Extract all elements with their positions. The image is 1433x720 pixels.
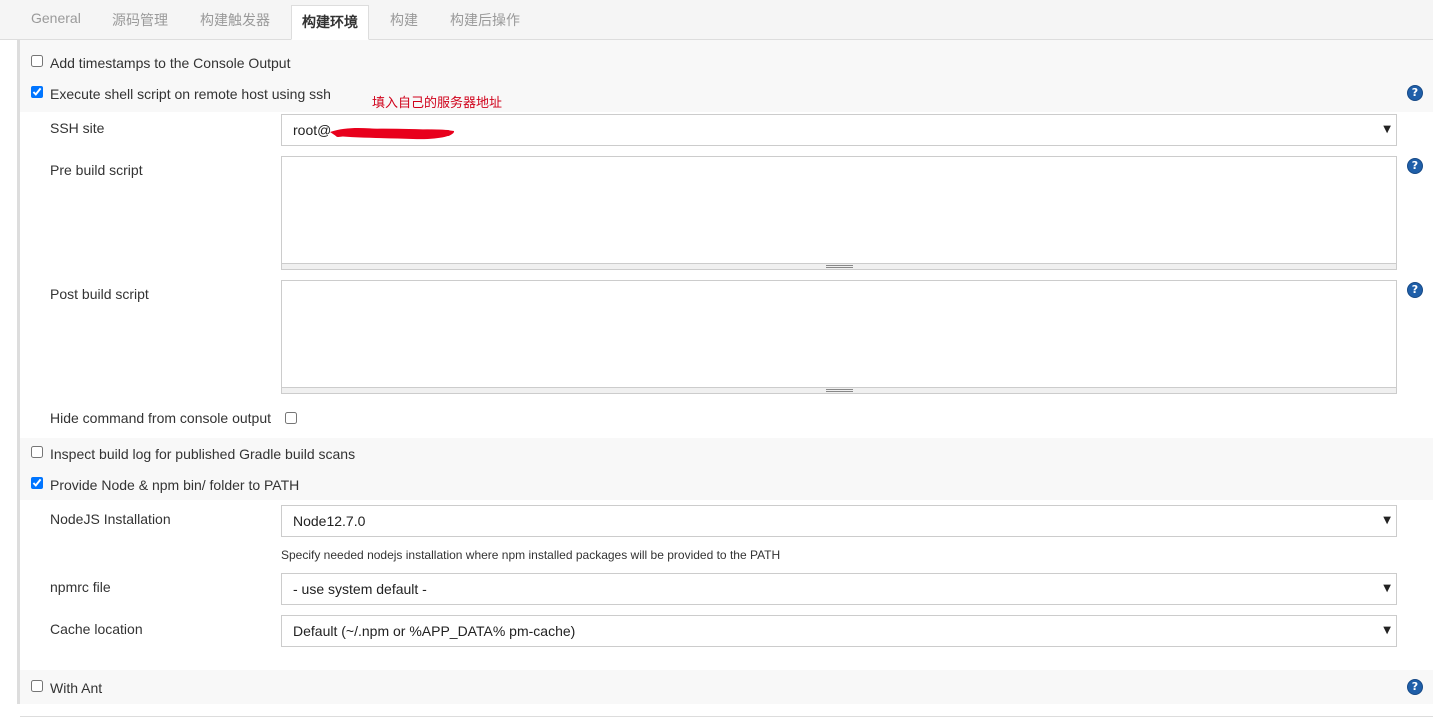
tab-build-environment[interactable]: 构建环境 [291, 5, 369, 40]
chevron-down-icon: ▼ [1383, 625, 1391, 636]
tab-post-build-actions[interactable]: 构建后操作 [450, 10, 520, 30]
gradle-scans-label: Inspect build log for published Gradle b… [50, 446, 356, 462]
section-divider [20, 716, 1433, 717]
cache-location-select[interactable]: Default (~/.npm or %APP_DATA% pm-cache) … [281, 615, 1397, 647]
timestamps-checkbox[interactable] [31, 55, 43, 67]
grip-icon [826, 265, 853, 268]
with-ant-label: With Ant [50, 680, 103, 696]
nodejs-installation-label: NodeJS Installation [50, 511, 171, 527]
gradle-scans-checkbox[interactable] [31, 446, 43, 458]
post-build-script-help-icon[interactable]: ? [1407, 282, 1423, 298]
annotation-fill-server-address: 填入自己的服务器地址 [372, 96, 503, 111]
chevron-down-icon: ▼ [1383, 583, 1391, 594]
pre-build-script-label: Pre build script [50, 162, 143, 178]
with-ant-checkbox[interactable] [31, 680, 43, 692]
tab-build[interactable]: 构建 [390, 10, 418, 30]
npmrc-file-label: npmrc file [50, 579, 111, 595]
ssh-checkbox[interactable] [31, 86, 43, 98]
ssh-site-value: root@ [293, 122, 332, 138]
node-path-label: Provide Node & npm bin/ folder to PATH [50, 477, 300, 493]
post-build-script-input[interactable] [281, 280, 1397, 388]
pre-build-script-resize-handle[interactable] [281, 264, 1397, 270]
nodejs-installation-value: Node12.7.0 [293, 513, 366, 529]
post-build-script-resize-handle[interactable] [281, 388, 1397, 394]
cache-location-label: Cache location [50, 621, 143, 637]
pre-build-script-help-icon[interactable]: ? [1407, 158, 1423, 174]
timestamps-label: Add timestamps to the Console Output [50, 55, 291, 71]
section-tab-bar: General 源码管理 构建触发器 构建环境 构建 构建后操作 [0, 0, 1433, 40]
tab-source-management[interactable]: 源码管理 [112, 10, 168, 30]
with-ant-help-icon[interactable]: ? [1407, 679, 1423, 695]
nodejs-installation-hint: Specify needed nodejs installation where… [281, 548, 781, 562]
tab-general[interactable]: General [31, 10, 81, 26]
nodejs-installation-select[interactable]: Node12.7.0 ▼ [281, 505, 1397, 537]
npmrc-file-value: - use system default - [293, 581, 427, 597]
ssh-label: Execute shell script on remote host usin… [50, 86, 331, 102]
tab-build-triggers[interactable]: 构建触发器 [200, 10, 270, 30]
redaction-scribble [330, 128, 455, 140]
hide-command-label: Hide command from console output [50, 410, 271, 426]
chevron-down-icon: ▼ [1383, 515, 1391, 526]
cache-location-value: Default (~/.npm or %APP_DATA% pm-cache) [293, 623, 576, 639]
hide-command-checkbox[interactable] [285, 412, 297, 424]
npmrc-file-select[interactable]: - use system default - ▼ [281, 573, 1397, 605]
ssh-site-label: SSH site [50, 120, 105, 136]
node-path-checkbox[interactable] [31, 477, 43, 489]
post-build-script-label: Post build script [50, 286, 149, 302]
grip-icon [826, 389, 853, 392]
ssh-help-icon[interactable]: ? [1407, 85, 1423, 101]
pre-build-script-input[interactable] [281, 156, 1397, 264]
chevron-down-icon: ▼ [1383, 124, 1391, 135]
